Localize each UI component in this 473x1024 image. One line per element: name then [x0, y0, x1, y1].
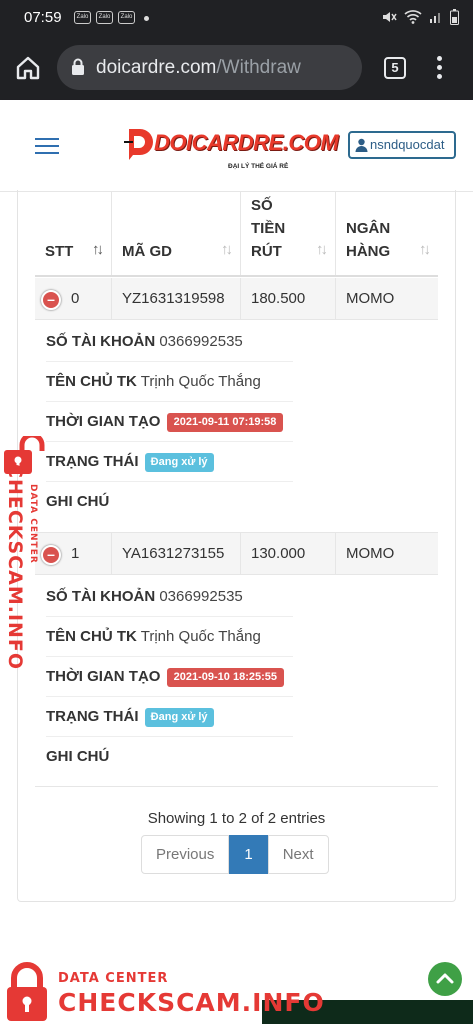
- watermark-big-text: CHECKSCAM.INFO: [58, 988, 325, 1017]
- logo-text: DOICARDRE.COM: [154, 130, 339, 155]
- status-bar: 07:59 Zalo Zalo Zalo: [0, 0, 473, 36]
- sort-asc-icon: ↑↓: [92, 241, 104, 258]
- detail-created: THỜI GIAN TẠO 2021-09-11 07:19:58: [46, 402, 293, 442]
- withdraw-table: STT ↑↓ MÃ GD ↑↓ SỐ TIỀN RÚT ↑↓ NGÂN HÀNG ↑↓…: [35, 192, 438, 787]
- watermark-big-text: CHECKSCAM.INFO: [4, 464, 26, 671]
- table-row[interactable]: – 0 YZ1631319598 180.500 MOMO: [35, 278, 438, 320]
- mute-icon: [383, 12, 397, 22]
- user-icon: [355, 138, 368, 152]
- zalo-notification-icon: Zalo: [118, 11, 135, 24]
- row-detail: SỐ TÀI KHOẢN 0366992535 TÊN CHỦ TK Trịnh…: [35, 576, 438, 787]
- browser-menu-icon[interactable]: [437, 56, 443, 80]
- column-header-label: MÃ GD: [122, 243, 172, 260]
- detail-owner: TÊN CHỦ TK Trịnh Quốc Thắng: [46, 362, 293, 402]
- watermark-side: DATA CENTER CHECKSCAM.INFO: [0, 436, 50, 670]
- column-header-label: STT: [45, 243, 74, 260]
- status-badge: Đang xử lý: [144, 708, 214, 727]
- detail-note: GHI CHÚ: [46, 493, 110, 510]
- watermark-bottom: DATA CENTER CHECKSCAM.INFO: [0, 960, 473, 1024]
- user-account-button[interactable]: nsndquocdat: [348, 131, 456, 159]
- username: nsndquocdat: [370, 137, 445, 152]
- table-header: STT ↑↓ MÃ GD ↑↓ SỐ TIỀN RÚT ↑↓ NGÂN HÀNG ↑↓: [35, 192, 438, 277]
- cell-stt: – 0: [35, 278, 111, 319]
- status-time: 07:59: [24, 9, 62, 26]
- battery-icon: [450, 9, 459, 25]
- row-detail: SỐ TÀI KHOẢN 0366992535 TÊN CHỦ TK Trịnh…: [35, 321, 438, 533]
- column-header-code[interactable]: MÃ GD ↑↓: [111, 192, 240, 275]
- pagination-next-button[interactable]: Next: [267, 835, 329, 874]
- cell-code: YZ1631319598: [111, 278, 240, 319]
- address-bar[interactable]: doicardre.com/Withdraw: [57, 45, 362, 90]
- detail-account-no: SỐ TÀI KHOẢN 0366992535: [46, 577, 293, 617]
- watermark-small-text: DATA CENTER: [28, 484, 38, 564]
- url-path: /Withdraw: [216, 57, 301, 78]
- pagination-previous-button[interactable]: Previous: [141, 835, 230, 874]
- collapse-row-button[interactable]: –: [41, 290, 61, 310]
- signal-icon: [430, 13, 440, 23]
- sort-icon: ↑↓: [221, 241, 233, 258]
- sort-icon: ↑↓: [419, 241, 431, 258]
- cell-bank: MOMO: [335, 533, 438, 574]
- column-header-stt[interactable]: STT ↑↓: [35, 192, 111, 275]
- detail-account-no: SỐ TÀI KHOẢN 0366992535: [46, 322, 293, 362]
- lock-icon: [72, 58, 84, 75]
- logo-mark-icon: [124, 129, 153, 160]
- detail-note: GHI CHÚ: [46, 748, 110, 765]
- column-header-amount[interactable]: SỐ TIỀN RÚT ↑↓: [240, 192, 335, 275]
- detail-status: TRẠNG THÁI Đang xử lý: [46, 697, 293, 737]
- detail-status: TRẠNG THÁI Đang xử lý: [46, 442, 293, 482]
- chevron-up-icon: [436, 973, 454, 984]
- pagination-page-1-button[interactable]: 1: [229, 835, 268, 874]
- more-notifications-icon: [144, 16, 149, 21]
- hamburger-menu-icon[interactable]: [35, 138, 59, 156]
- detail-created: THỜI GIAN TẠO 2021-09-10 18:25:55: [46, 657, 293, 697]
- created-time-badge: 2021-09-10 18:25:55: [166, 668, 284, 687]
- cell-code: YA1631273155: [111, 533, 240, 574]
- status-badge: Đang xử lý: [144, 453, 214, 472]
- logo-tagline: ĐẠI LÝ THẺ GIÁ RẺ: [228, 163, 289, 170]
- table-row[interactable]: – 1 YA1631273155 130.000 MOMO: [35, 533, 438, 575]
- cell-bank: MOMO: [335, 278, 438, 319]
- zalo-notification-icon: Zalo: [96, 11, 113, 24]
- browser-toolbar: doicardre.com/Withdraw 5: [0, 36, 473, 100]
- watermark-lock-icon: [7, 962, 47, 1021]
- url-text: doicardre.com/Withdraw: [96, 57, 301, 79]
- cell-amount: 180.500: [240, 278, 335, 319]
- wifi-icon: [404, 10, 422, 24]
- column-header-label: NGÂN HÀNG: [346, 220, 391, 260]
- column-header-label: SỐ TIỀN RÚT: [251, 197, 286, 260]
- created-time-badge: 2021-09-11 07:19:58: [166, 413, 284, 432]
- column-header-bank[interactable]: NGÂN HÀNG ↑↓: [335, 192, 438, 275]
- system-icons: [381, 9, 459, 25]
- site-header: DOICARDRE.COM ĐẠI LÝ THẺ GIÁ RẺ nsndquoc…: [0, 100, 473, 192]
- zalo-notification-icon: Zalo: [74, 11, 91, 24]
- detail-owner: TÊN CHỦ TK Trịnh Quốc Thắng: [46, 617, 293, 657]
- table-info: Showing 1 to 2 of 2 entries: [147, 810, 326, 827]
- sort-icon: ↑↓: [316, 241, 328, 258]
- pagination: Previous 1 Next: [141, 835, 329, 874]
- site-logo[interactable]: DOICARDRE.COM ĐẠI LÝ THẺ GIÁ RẺ: [124, 122, 339, 174]
- cell-amount: 130.000: [240, 533, 335, 574]
- scroll-to-top-button[interactable]: [428, 962, 462, 996]
- tab-switcher-button[interactable]: 5: [384, 57, 406, 79]
- watermark-small-text: DATA CENTER: [58, 971, 169, 986]
- url-host: doicardre.com: [96, 57, 217, 78]
- home-icon[interactable]: [14, 54, 42, 82]
